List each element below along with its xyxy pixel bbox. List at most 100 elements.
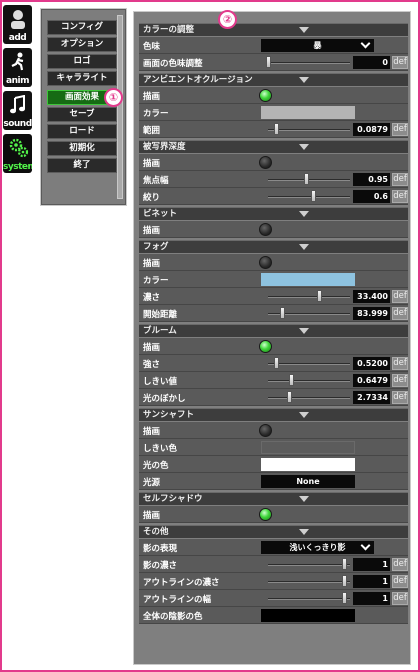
slider-knob[interactable]	[304, 173, 309, 185]
row-bloom-draw: 描画	[139, 338, 408, 355]
collapse-triangle-icon	[299, 27, 309, 33]
section-sunshaft[interactable]: サンシャフト	[139, 408, 408, 421]
toggle-led[interactable]	[259, 256, 272, 269]
slider-knob[interactable]	[342, 575, 347, 587]
slider-track[interactable]	[268, 179, 350, 181]
row-dof-focus: 焦点幅 0.95 def	[139, 171, 408, 188]
default-button[interactable]: def	[392, 575, 408, 588]
color-swatch[interactable]	[261, 458, 355, 471]
slider-knob[interactable]	[342, 558, 347, 570]
default-button[interactable]: def	[392, 173, 408, 186]
slider-knob[interactable]	[289, 374, 294, 386]
default-button[interactable]: def	[392, 190, 408, 203]
slider-track[interactable]	[268, 363, 350, 365]
color-swatch[interactable]	[261, 441, 355, 454]
default-button[interactable]: def	[392, 391, 408, 404]
row-screen-tint: 画面の色味調整 0 def	[139, 54, 408, 71]
default-button[interactable]: def	[392, 123, 408, 136]
menu-scrollbar[interactable]	[117, 15, 123, 199]
slider-track[interactable]	[268, 581, 350, 583]
value-field[interactable]: 2.7334	[353, 391, 390, 404]
row-label: 影の濃さ	[143, 561, 178, 571]
slider-knob[interactable]	[287, 391, 292, 403]
value-field[interactable]: 0	[353, 56, 390, 69]
slider-knob[interactable]	[274, 123, 279, 135]
slider-knob[interactable]	[317, 290, 322, 302]
toggle-led[interactable]	[259, 223, 272, 236]
section-bloom[interactable]: ブルーム	[139, 324, 408, 337]
sound-button[interactable]: sound	[3, 91, 32, 130]
row-bloom-blur: 光のぼかし 2.7334 def	[139, 389, 408, 406]
default-button[interactable]: def	[392, 374, 408, 387]
toggle-led[interactable]	[259, 424, 272, 437]
slider-knob[interactable]	[311, 190, 316, 202]
value-field[interactable]: 0.95	[353, 173, 390, 186]
row-label: 強さ	[143, 360, 161, 370]
value-field[interactable]: 0.5200	[353, 357, 390, 370]
default-button[interactable]: def	[392, 307, 408, 320]
value-field[interactable]: 0.0879	[353, 123, 390, 136]
section-depth-of-field[interactable]: 被写界深度	[139, 140, 408, 153]
value-field[interactable]: 0.6479	[353, 374, 390, 387]
slider-track[interactable]	[268, 397, 350, 399]
color-swatch[interactable]	[261, 609, 355, 622]
default-button[interactable]: def	[392, 56, 408, 69]
slider-knob[interactable]	[274, 357, 279, 369]
slider-track[interactable]	[268, 129, 350, 131]
section-ambient-occlusion[interactable]: アンビエントオクルージョン	[139, 73, 408, 86]
section-title: セルフシャドウ	[143, 494, 203, 504]
dropdown-value: 浅いくっきり影	[289, 543, 346, 552]
section-self-shadow[interactable]: セルフシャドウ	[139, 492, 408, 505]
section-title: アンビエントオクルージョン	[143, 75, 253, 85]
value-field[interactable]: 33.400	[353, 290, 390, 303]
color-swatch[interactable]	[261, 106, 355, 119]
section-fog[interactable]: フォグ	[139, 240, 408, 253]
section-other[interactable]: その他	[139, 525, 408, 538]
section-vignette[interactable]: ビネット	[139, 207, 408, 220]
toggle-led[interactable]	[259, 89, 272, 102]
toggle-led[interactable]	[259, 156, 272, 169]
value-field[interactable]: 83.999	[353, 307, 390, 320]
toggle-led[interactable]	[259, 340, 272, 353]
slider-track[interactable]	[268, 196, 350, 198]
value-field[interactable]: 1	[353, 558, 390, 571]
default-button[interactable]: def	[392, 558, 408, 571]
slider-track[interactable]	[268, 62, 350, 64]
row-global-shadow-color: 全体の陰影の色	[139, 607, 408, 624]
value-field[interactable]: 1	[353, 592, 390, 605]
section-title: フォグ	[143, 242, 169, 252]
light-source-select[interactable]: None	[261, 475, 355, 488]
shadow-style-dropdown[interactable]: 浅いくっきり影	[261, 540, 374, 554]
row-label: 画面の色味調整	[143, 59, 203, 69]
slider-track[interactable]	[268, 296, 350, 298]
slider-knob[interactable]	[266, 56, 271, 68]
section-color-adjust[interactable]: カラーの調整	[139, 23, 408, 36]
slider-track[interactable]	[268, 564, 350, 566]
default-button[interactable]: def	[392, 290, 408, 303]
slider-knob[interactable]	[342, 592, 347, 604]
add-button[interactable]: add	[3, 5, 32, 44]
toggle-led[interactable]	[259, 508, 272, 521]
menu-item-config[interactable]: コンフィグ	[47, 20, 117, 35]
tint-dropdown[interactable]: 暴	[261, 38, 374, 52]
color-swatch[interactable]	[261, 273, 355, 286]
menu-item-chara-light[interactable]: キャラライト	[47, 71, 117, 86]
row-shadow-style: 影の表現 浅いくっきり影	[139, 539, 408, 556]
slider-track[interactable]	[268, 598, 350, 600]
menu-item-initialize[interactable]: 初期化	[47, 141, 117, 156]
default-button[interactable]: def	[392, 592, 408, 605]
annotation-badge-1: ①	[104, 88, 123, 107]
menu-item-save[interactable]: セーブ	[47, 107, 117, 122]
slider-track[interactable]	[268, 380, 350, 382]
menu-item-load[interactable]: ロード	[47, 124, 117, 139]
system-button[interactable]: system	[3, 134, 32, 173]
value-field[interactable]: 0.6	[353, 190, 390, 203]
menu-item-exit[interactable]: 終了	[47, 158, 117, 173]
value-field[interactable]: 1	[353, 575, 390, 588]
menu-item-option[interactable]: オプション	[47, 37, 117, 52]
default-button[interactable]: def	[392, 357, 408, 370]
menu-item-logo[interactable]: ロゴ	[47, 54, 117, 69]
anim-button[interactable]: anim	[3, 48, 32, 87]
row-ao-draw: 描画	[139, 87, 408, 104]
slider-knob[interactable]	[280, 307, 285, 319]
